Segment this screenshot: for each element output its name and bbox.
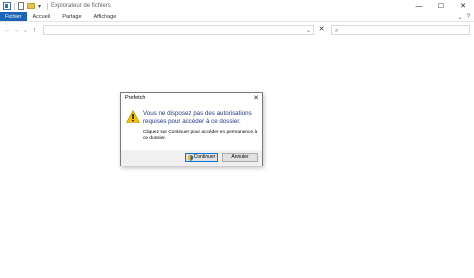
- maximize-button[interactable]: ☐: [430, 0, 452, 12]
- address-dropdown-icon[interactable]: ⌄: [306, 26, 311, 36]
- dialog-content-text: Cliquez sur Continuer pour accéder en pe…: [143, 130, 258, 142]
- search-input[interactable]: ⌕: [331, 25, 470, 35]
- dialog-footer: Continuer Annuler: [121, 150, 262, 166]
- uac-shield-icon: [187, 154, 193, 161]
- titlebar-separator: [14, 2, 15, 10]
- dialog-close-icon[interactable]: ✕: [253, 93, 259, 104]
- address-bar[interactable]: ⌄: [43, 25, 314, 35]
- cancel-button[interactable]: Annuler: [222, 153, 258, 162]
- new-folder-icon[interactable]: [27, 3, 35, 9]
- up-arrow-icon[interactable]: ↑: [30, 27, 39, 34]
- window-controls: — ☐ ✕: [408, 0, 474, 12]
- dialog-main-instruction: Vous ne disposez pas des autorisations r…: [143, 110, 252, 125]
- recent-locations-icon[interactable]: ⌄: [21, 26, 30, 34]
- minimize-button[interactable]: —: [408, 0, 430, 12]
- tab-partage[interactable]: Partage: [56, 12, 87, 21]
- dialog-title-bar: Prefetch ✕: [121, 93, 262, 104]
- title-bar: ▾ Explorateur de fichiers — ☐ ✕: [0, 0, 474, 12]
- forward-arrow-icon[interactable]: →: [12, 27, 21, 34]
- ribbon-tabs: Fichier Accueil Partage Affichage ⌄ ?: [0, 12, 474, 22]
- navigation-bar: ← → ⌄ ↑ ⌄ ✕ ⌕: [0, 23, 474, 37]
- address-clear-icon[interactable]: ✕: [317, 25, 326, 35]
- search-icon: ⌕: [335, 28, 339, 34]
- properties-icon[interactable]: [18, 2, 24, 10]
- titlebar-separator-2: [47, 2, 49, 10]
- tab-affichage[interactable]: Affichage: [88, 12, 123, 21]
- ribbon-controls: ⌄ ?: [458, 12, 470, 22]
- explorer-app-icon[interactable]: [3, 2, 11, 10]
- window-title: Explorateur de fichiers: [51, 3, 111, 9]
- expand-ribbon-icon[interactable]: ⌄: [458, 14, 463, 21]
- continue-button-label: Continuer: [193, 154, 216, 160]
- dialog-title: Prefetch: [125, 95, 146, 101]
- close-window-button[interactable]: ✕: [452, 0, 474, 12]
- tab-accueil[interactable]: Accueil: [27, 12, 57, 21]
- dialog-body: Vous ne disposez pas des autorisations r…: [121, 104, 262, 150]
- back-arrow-icon[interactable]: ←: [3, 27, 12, 34]
- tab-fichier[interactable]: Fichier: [0, 12, 27, 21]
- warning-icon: [126, 110, 140, 123]
- quick-access-dropdown-icon[interactable]: ▾: [38, 3, 41, 10]
- help-icon[interactable]: ?: [467, 14, 470, 20]
- continue-button[interactable]: Continuer: [185, 153, 218, 162]
- permission-dialog: Prefetch ✕ Vous ne disposez pas des auto…: [120, 92, 263, 166]
